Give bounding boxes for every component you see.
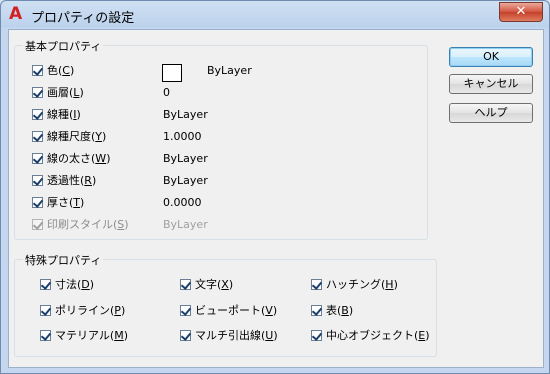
color-checkbox[interactable] — [32, 64, 43, 76]
checkbox-row-text[interactable]: 文字(X) — [180, 276, 233, 292]
checkbox-row-color[interactable]: 色(C) — [32, 62, 74, 78]
window-title: プロパティの設定 — [31, 11, 135, 26]
linetype-checkbox[interactable] — [32, 108, 43, 120]
checkbox-row-dimension[interactable]: 寸法(D) — [40, 276, 94, 292]
checkbox-row-center-object[interactable]: 中心オブジェクト(E) — [311, 327, 430, 343]
dimension-checkbox[interactable] — [40, 278, 51, 290]
color-value: ByLayer — [207, 64, 252, 77]
plot-style-checkbox — [32, 218, 43, 230]
title-bar[interactable]: A プロパティの設定 ✕ — [1, 1, 549, 29]
checkbox-row-viewport[interactable]: ビューポート(V) — [180, 302, 277, 318]
polyline-checkbox[interactable] — [40, 304, 51, 316]
checkbox-row-transparency[interactable]: 透過性(R) — [32, 172, 96, 188]
linetype-value: ByLayer — [163, 108, 208, 121]
ok-button[interactable]: OK — [449, 47, 533, 67]
checkbox-row-multileader[interactable]: マルチ引出線(U) — [180, 327, 278, 343]
checkbox-row-thickness[interactable]: 厚さ(T) — [32, 194, 84, 210]
linetype-scale-checkbox[interactable] — [32, 130, 43, 142]
autocad-icon: A — [9, 4, 23, 24]
lineweight-checkbox[interactable] — [32, 152, 43, 164]
basic-properties-title: 基本プロパティ — [23, 38, 104, 54]
text-checkbox[interactable] — [180, 278, 191, 290]
cancel-button[interactable]: キャンセル — [449, 74, 533, 94]
layer-value: 0 — [163, 86, 170, 99]
checkbox-row-hatch[interactable]: ハッチング(H) — [311, 276, 398, 292]
hatch-checkbox[interactable] — [311, 278, 322, 290]
special-properties-title: 特殊プロパティ — [23, 252, 104, 268]
close-button[interactable]: ✕ — [499, 2, 543, 22]
thickness-checkbox[interactable] — [32, 196, 43, 208]
center-object-checkbox[interactable] — [311, 329, 322, 341]
checkbox-row-lineweight[interactable]: 線の太さ(W) — [32, 150, 110, 166]
checkbox-row-plot-style: 印刷スタイル(S) — [32, 216, 129, 232]
transparency-value: ByLayer — [163, 174, 208, 187]
viewport-checkbox[interactable] — [180, 304, 191, 316]
special-properties-group: 特殊プロパティ 寸法(D) 文字(X) ハッチング(H) ポリライン(P) ビュ… — [14, 252, 437, 357]
checkbox-row-material[interactable]: マテリアル(M) — [40, 327, 128, 343]
checkbox-row-linetype-scale[interactable]: 線種尺度(Y) — [32, 128, 106, 144]
lineweight-value: ByLayer — [163, 152, 208, 165]
dialog-client: 基本プロパティ 色(C) ByLayer 画層(L) 0 線種(I) ByLay… — [8, 29, 544, 368]
basic-properties-group: 基本プロパティ 色(C) ByLayer 画層(L) 0 線種(I) ByLay… — [14, 38, 428, 240]
checkbox-row-layer[interactable]: 画層(L) — [32, 84, 84, 100]
material-checkbox[interactable] — [40, 329, 51, 341]
checkbox-row-table[interactable]: 表(B) — [311, 302, 353, 318]
plot-style-value: ByLayer — [163, 218, 208, 231]
color-swatch[interactable] — [162, 64, 182, 82]
multileader-checkbox[interactable] — [180, 329, 191, 341]
layer-checkbox[interactable] — [32, 86, 43, 98]
help-button[interactable]: ヘルプ — [449, 103, 533, 123]
linetype-scale-value: 1.0000 — [163, 130, 202, 143]
thickness-value: 0.0000 — [163, 196, 202, 209]
checkbox-row-linetype[interactable]: 線種(I) — [32, 106, 81, 122]
checkbox-row-polyline[interactable]: ポリライン(P) — [40, 302, 125, 318]
transparency-checkbox[interactable] — [32, 174, 43, 186]
dialog-window: A プロパティの設定 ✕ 基本プロパティ 色(C) ByLayer 画層(L) … — [0, 0, 550, 374]
table-checkbox[interactable] — [311, 304, 322, 316]
